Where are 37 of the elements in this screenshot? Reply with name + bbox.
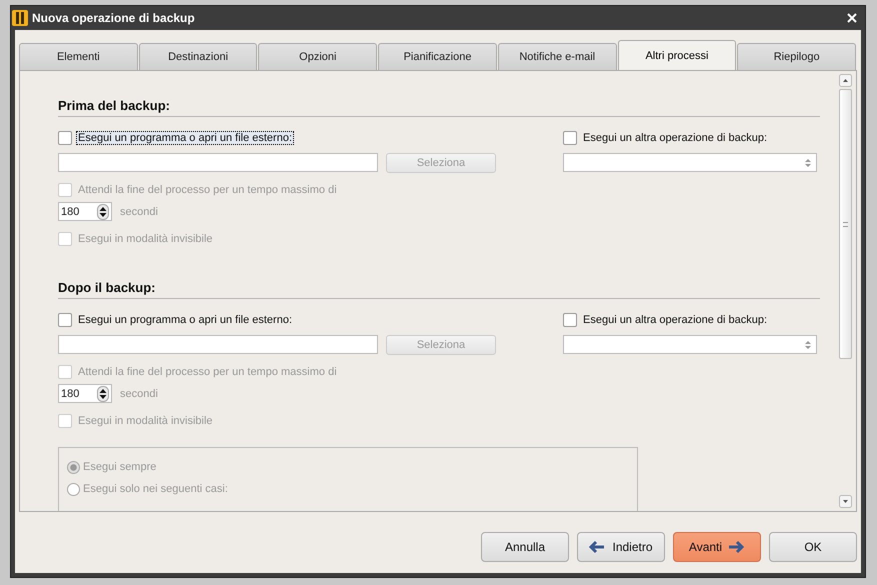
checkbox[interactable] — [563, 313, 577, 327]
path-field[interactable] — [58, 153, 378, 172]
app-icon — [12, 10, 28, 26]
right-arrow-icon — [727, 540, 746, 554]
checkbox[interactable] — [563, 131, 577, 145]
spin-arrows-icon[interactable] — [97, 386, 109, 402]
tab[interactable]: Altri processi — [618, 40, 736, 70]
scroll-thumb[interactable] — [839, 89, 852, 359]
checkbox[interactable] — [58, 131, 72, 145]
tab[interactable]: Riepilogo — [737, 43, 856, 70]
dialog-button[interactable]: Avanti — [673, 532, 761, 562]
checkbox-label[interactable]: Esegui un programma o apri un file esterno: — [76, 131, 294, 145]
backup-combo-field[interactable] — [563, 335, 817, 354]
unit-label: secondi — [120, 206, 158, 218]
path-field[interactable] — [58, 335, 378, 354]
tab[interactable]: Notifiche e-mail — [498, 43, 617, 70]
dialog-button[interactable]: Indietro — [577, 532, 665, 562]
dialog-button[interactable]: OK — [769, 532, 857, 562]
checkbox-label[interactable]: Esegui un programma o apri un file esterno: — [76, 313, 294, 327]
backup-combo-field[interactable] — [563, 153, 817, 172]
tab[interactable]: Destinazioni — [138, 43, 258, 70]
close-icon[interactable] — [847, 13, 857, 23]
unit-label: secondi — [120, 388, 158, 400]
dialog-button[interactable]: Annulla — [481, 532, 569, 562]
checkbox-label[interactable]: Esegui un altra operazione di backup: — [581, 313, 770, 327]
tab[interactable]: Opzioni — [258, 43, 378, 70]
section-heading: Prima del backup: — [58, 98, 820, 117]
spin-arrows-icon[interactable] — [97, 204, 109, 220]
scrollbar[interactable] — [838, 74, 853, 508]
scroll-down-icon[interactable] — [839, 495, 852, 508]
tab[interactable]: Pianificazione — [378, 43, 497, 70]
scroll-up-icon[interactable] — [839, 74, 852, 87]
checkbox-label[interactable]: Esegui un altra operazione di backup: — [581, 131, 770, 145]
checkbox[interactable] — [58, 313, 72, 327]
window-title: Nuova operazione di backup — [32, 11, 196, 25]
tab[interactable]: Elementi — [19, 43, 138, 70]
section-heading: Dopo il backup: — [58, 280, 820, 299]
